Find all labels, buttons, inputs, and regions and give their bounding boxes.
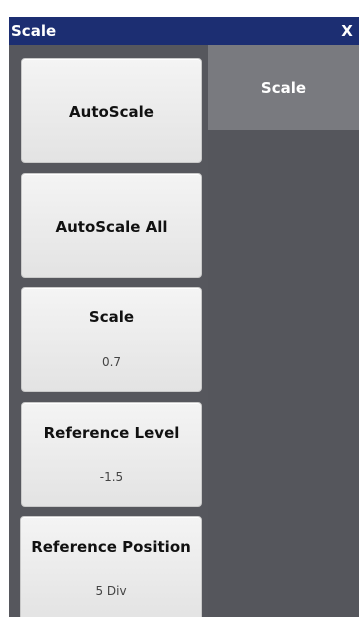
reference-level-button[interactable]: Reference Level -1.5 (21, 402, 202, 507)
scale-dialog: Scale X AutoScale AutoScale All Scale 0.… (9, 17, 359, 617)
tab-scale-label: Scale (260, 79, 307, 97)
scale-value: 0.7 (101, 355, 122, 369)
autoscale-all-label: AutoScale All (55, 218, 168, 236)
scale-label: Scale (88, 308, 135, 326)
scale-button[interactable]: Scale 0.7 (21, 287, 202, 392)
reference-level-value: -1.5 (99, 470, 124, 484)
reference-level-label: Reference Level (43, 424, 180, 442)
reference-position-value: 5 Div (95, 584, 127, 598)
menu-panel: Scale (208, 45, 359, 617)
reference-position-label: Reference Position (31, 538, 191, 556)
title-bar[interactable]: Scale X (9, 17, 359, 45)
dialog-title: Scale (11, 22, 57, 40)
autoscale-label: AutoScale (69, 103, 154, 121)
softkey-panel: AutoScale AutoScale All Scale 0.7 Refere… (9, 45, 208, 617)
autoscale-button[interactable]: AutoScale (21, 58, 202, 163)
reference-position-button[interactable]: Reference Position 5 Div (20, 516, 202, 617)
tab-scale[interactable]: Scale (208, 45, 359, 130)
close-button[interactable]: X (338, 21, 356, 41)
autoscale-all-button[interactable]: AutoScale All (21, 173, 202, 278)
